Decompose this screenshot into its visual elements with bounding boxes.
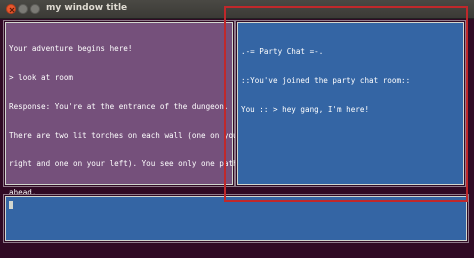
story-line: right and one on your left). You see onl… <box>9 159 243 169</box>
chat-line: You :: > hey gang, I'm here! <box>241 104 370 114</box>
title-bar[interactable]: my window title <box>0 0 474 19</box>
terminal-window: my window title Your adventure begins he… <box>0 0 474 258</box>
story-line: > look at room <box>9 72 74 82</box>
maximize-button[interactable] <box>30 4 40 14</box>
story-line: Your adventure begins here! <box>9 44 133 54</box>
window-title: my window title <box>46 3 128 13</box>
story-line: There are two lit torches on each wall (… <box>9 130 243 140</box>
text-cursor <box>9 201 13 209</box>
close-icon <box>9 7 15 13</box>
story-pane[interactable]: Your adventure begins here! > look at ro… <box>5 22 243 197</box>
command-input[interactable] <box>5 196 467 241</box>
chat-line: .-= Party Chat =-. <box>241 47 324 57</box>
chat-line: ::You've joined the party chat room:: <box>241 75 411 85</box>
minimize-button[interactable] <box>18 4 28 14</box>
party-chat-pane[interactable]: .-= Party Chat =-. ::You've joined the p… <box>237 22 464 185</box>
story-line: Response: You're at the entrance of the … <box>9 101 229 111</box>
close-button[interactable] <box>6 4 16 14</box>
